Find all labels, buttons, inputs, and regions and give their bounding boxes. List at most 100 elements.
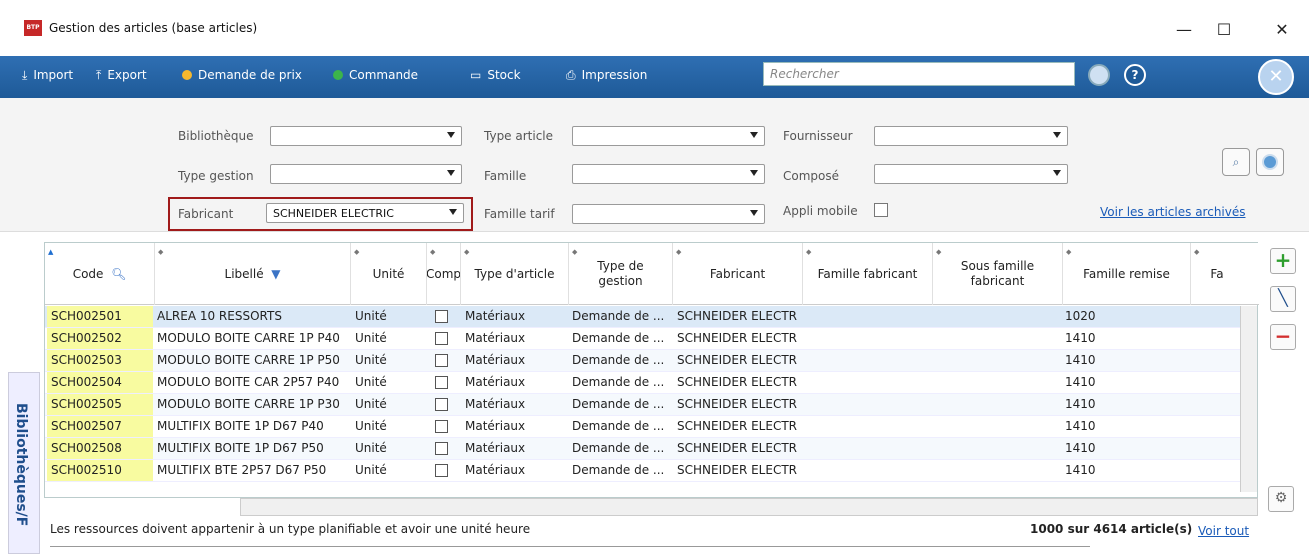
add-button[interactable]: +	[1270, 248, 1296, 274]
col-fa[interactable]: ◆ Fa	[1191, 243, 1243, 305]
fournisseur-select[interactable]	[874, 126, 1068, 146]
unite-cell: Unité	[355, 441, 387, 455]
col-unite[interactable]: ◆ Unité	[351, 243, 427, 305]
stock-button[interactable]: ▭ Stock	[470, 68, 521, 82]
libelle-cell: MODULO BOITE CARRE 1P P50	[157, 353, 340, 367]
col-famille-fabricant[interactable]: ◆ Famille fabricant	[803, 243, 933, 305]
comp-checkbox[interactable]	[435, 398, 448, 411]
comp-checkbox[interactable]	[435, 354, 448, 367]
code-cell: SCH002503	[47, 350, 153, 371]
fabricant-value: SCHNEIDER ELECTRIC	[273, 207, 394, 220]
comp-checkbox[interactable]	[435, 464, 448, 477]
table-row[interactable]: SCH002508 MULTIFIX BOITE 1P D67 P50 Unité M…	[45, 438, 1243, 460]
code-cell: SCH002502	[47, 328, 153, 349]
funnel-icon[interactable]: ▼	[271, 267, 280, 282]
minimize-button[interactable]: —	[1164, 12, 1204, 48]
comp-checkbox[interactable]	[435, 420, 448, 433]
demande-prix-button[interactable]: Demande de prix	[182, 68, 302, 82]
sort-icon: ◆	[806, 248, 812, 256]
search-filter-button[interactable]: ⌕	[1222, 148, 1250, 176]
col-libelle[interactable]: ◆ Libellé ▼	[155, 243, 351, 305]
remove-button[interactable]: −	[1270, 324, 1296, 350]
sort-icon: ◆	[1194, 248, 1200, 256]
export-button[interactable]: ⤒ Export	[96, 68, 147, 83]
comp-checkbox[interactable]	[435, 442, 448, 455]
compose-select[interactable]	[874, 164, 1068, 184]
window-title: Gestion des articles (base articles)	[49, 21, 258, 35]
search-input[interactable]: Rechercher	[763, 62, 1075, 86]
col-type-gestion-label: Type de gestion	[597, 259, 644, 288]
col-code-label: Code	[72, 266, 104, 281]
fournisseur-label: Fournisseur	[783, 129, 853, 143]
comp-checkbox[interactable]	[435, 310, 448, 323]
famille-tarif-select[interactable]	[572, 204, 765, 224]
famille-remise-cell: 1410	[1065, 353, 1096, 367]
maximize-button[interactable]: ☐	[1204, 12, 1244, 48]
vertical-scrollbar[interactable]	[1240, 306, 1257, 492]
impression-label: Impression	[581, 68, 648, 82]
col-famille-remise[interactable]: ◆ Famille remise	[1063, 243, 1191, 305]
chevron-down-icon	[449, 209, 457, 215]
type-gestion-select[interactable]	[270, 164, 462, 184]
famille-remise-cell: 1410	[1065, 419, 1096, 433]
type-article-cell: Matériaux	[465, 463, 526, 477]
col-fabricant[interactable]: ◆ Fabricant	[673, 243, 803, 305]
code-cell: SCH002510	[47, 460, 153, 481]
close-button[interactable]: ✕	[1262, 12, 1302, 48]
fabricant-cell: SCHNEIDER ELECTR	[677, 397, 797, 411]
type-article-cell: Matériaux	[465, 331, 526, 345]
col-fabricant-label: Fabricant	[709, 266, 766, 281]
download-icon: ⤓	[22, 68, 28, 82]
comp-checkbox[interactable]	[435, 376, 448, 389]
fabricant-cell: SCHNEIDER ELECTR	[677, 331, 797, 345]
type-article-label: Type article	[484, 129, 554, 143]
voir-tout-link[interactable]: Voir tout	[1198, 524, 1249, 538]
table-row[interactable]: SCH002501 ALREA 10 RESSORTS Unité Matériaux…	[45, 306, 1243, 328]
impression-button[interactable]: ⎙ Impression	[566, 68, 647, 83]
settings-gear-button[interactable]: ⚙	[1268, 486, 1294, 512]
type-article-select[interactable]	[572, 126, 765, 146]
col-famille-remise-label: Famille remise	[1083, 266, 1170, 281]
refresh-button[interactable]	[1256, 148, 1284, 176]
horizontal-scrollbar[interactable]	[240, 498, 1258, 516]
table-row[interactable]: SCH002502 MODULO BOITE CARRE 1P P40 Unité M…	[45, 328, 1243, 350]
col-sous-famille[interactable]: ◆ Sous famille fabricant	[933, 243, 1063, 305]
type-article-cell: Matériaux	[465, 309, 526, 323]
libelle-cell: ALREA 10 RESSORTS	[157, 309, 282, 323]
table-row[interactable]: SCH002503 MODULO BOITE CARRE 1P P50 Unité M…	[45, 350, 1243, 372]
search-icon[interactable]	[1088, 64, 1110, 86]
filter-search-icon[interactable]: 🔍︎	[111, 267, 126, 282]
appli-mobile-checkbox[interactable]	[874, 203, 888, 217]
close-module-icon[interactable]: ✕	[1258, 59, 1294, 95]
famille-remise-cell: 1410	[1065, 375, 1096, 389]
unite-cell: Unité	[355, 309, 387, 323]
import-button[interactable]: ⤓ Import	[22, 68, 73, 83]
side-tab-bibliotheques[interactable]: Bibliothèques/F	[8, 372, 40, 554]
edit-button[interactable]: ╲	[1270, 286, 1296, 312]
code-cell: SCH002501	[47, 306, 153, 327]
commande-button[interactable]: Commande	[333, 68, 418, 82]
code-cell: SCH002505	[47, 394, 153, 415]
table-row[interactable]: SCH002507 MULTIFIX BOITE 1P D67 P40 Unité M…	[45, 416, 1243, 438]
chevron-down-icon	[750, 132, 758, 138]
famille-remise-cell: 1410	[1065, 463, 1096, 477]
col-comp[interactable]: ◆ Comp	[427, 243, 461, 305]
col-type-gestion[interactable]: ◆ Type de gestion	[569, 243, 673, 305]
col-code[interactable]: ▲ Code 🔍︎	[45, 243, 155, 305]
bibliotheque-select[interactable]	[270, 126, 462, 146]
libelle-cell: MODULO BOITE CAR 2P57 P40	[157, 375, 340, 389]
archived-articles-link[interactable]: Voir les articles archivés	[1100, 205, 1246, 219]
chevron-down-icon	[1053, 132, 1061, 138]
sort-icon: ◆	[354, 248, 360, 256]
col-type-article[interactable]: ◆ Type d'article	[461, 243, 569, 305]
table-row[interactable]: SCH002504 MODULO BOITE CAR 2P57 P40 Unité M…	[45, 372, 1243, 394]
fabricant-cell: SCHNEIDER ELECTR	[677, 419, 797, 433]
table-row[interactable]: SCH002505 MODULO BOITE CARRE 1P P30 Unité M…	[45, 394, 1243, 416]
unite-cell: Unité	[355, 419, 387, 433]
main-window: BTP Gestion des articles (base articles)…	[0, 0, 1309, 554]
famille-select[interactable]	[572, 164, 765, 184]
comp-checkbox[interactable]	[435, 332, 448, 345]
fabricant-select[interactable]: SCHNEIDER ELECTRIC	[266, 203, 464, 223]
table-row[interactable]: SCH002510 MULTIFIX BTE 2P57 D67 P50 Unité M…	[45, 460, 1243, 482]
help-icon[interactable]: ?	[1124, 64, 1146, 86]
